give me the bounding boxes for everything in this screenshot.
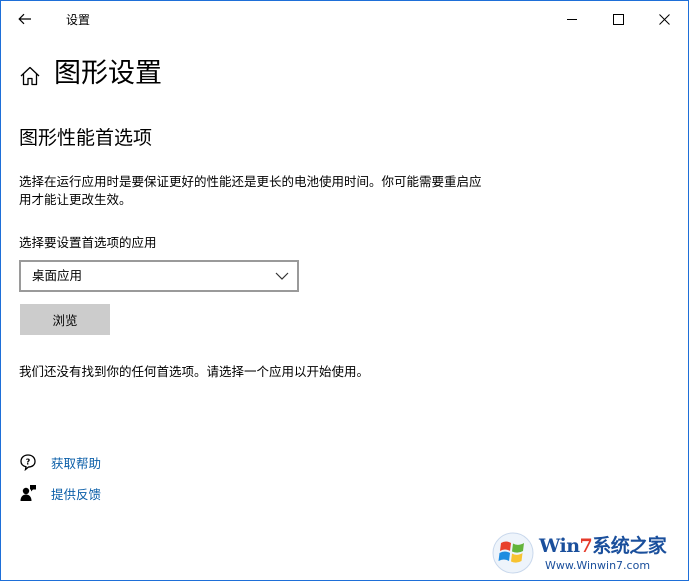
watermark-brand-seven: 7 xyxy=(579,535,593,557)
give-feedback-link[interactable]: 提供反馈 xyxy=(19,483,101,503)
page-title: 图形设置 xyxy=(54,58,162,89)
chevron-down-icon xyxy=(275,272,289,280)
get-help-link[interactable]: ? 获取帮助 xyxy=(19,452,101,472)
browse-button[interactable]: 浏览 xyxy=(20,304,110,335)
empty-preferences-message: 我们还没有找到你的任何首选项。请选择一个应用以开始使用。 xyxy=(19,364,370,379)
site-watermark: Win7系统之家 Www.Winwin7.com xyxy=(489,529,687,577)
minimize-icon xyxy=(566,18,577,20)
minimize-button[interactable] xyxy=(549,1,595,37)
maximize-icon xyxy=(612,13,624,25)
title-bar: 设置 xyxy=(1,1,688,37)
section-description: 选择在运行应用时是要保证更好的性能还是更长的电池使用时间。你可能需要重启应用才能… xyxy=(19,174,482,207)
back-arrow-icon xyxy=(18,13,31,25)
home-icon[interactable] xyxy=(19,65,41,87)
section-title: 图形性能首选项 xyxy=(19,127,153,149)
svg-text:?: ? xyxy=(26,458,31,467)
settings-window: 设置 图形设置 图形性能首选项 选择在运行应用时是要保证更好的性能还是更长的电池… xyxy=(0,0,689,581)
window-title: 设置 xyxy=(66,13,91,27)
maximize-button[interactable] xyxy=(595,1,641,37)
watermark-url: Www.Winwin7.com xyxy=(545,559,651,572)
feedback-person-icon xyxy=(19,484,37,502)
back-button[interactable] xyxy=(11,7,39,31)
get-help-label: 获取帮助 xyxy=(51,455,102,471)
close-icon xyxy=(658,13,670,25)
app-type-dropdown[interactable]: 桌面应用 xyxy=(19,260,299,292)
watermark-brand-suffix: 系统之家 xyxy=(592,535,667,557)
help-chat-icon: ? xyxy=(19,453,37,471)
give-feedback-label: 提供反馈 xyxy=(51,486,102,502)
windows-flag-logo-icon xyxy=(492,532,534,574)
dropdown-selected-value: 桌面应用 xyxy=(32,268,83,283)
app-select-label: 选择要设置首选项的应用 xyxy=(19,235,157,250)
watermark-brand-prefix: Win xyxy=(539,535,580,557)
watermark-brand: Win7系统之家 xyxy=(539,531,667,558)
close-button[interactable] xyxy=(641,1,687,37)
